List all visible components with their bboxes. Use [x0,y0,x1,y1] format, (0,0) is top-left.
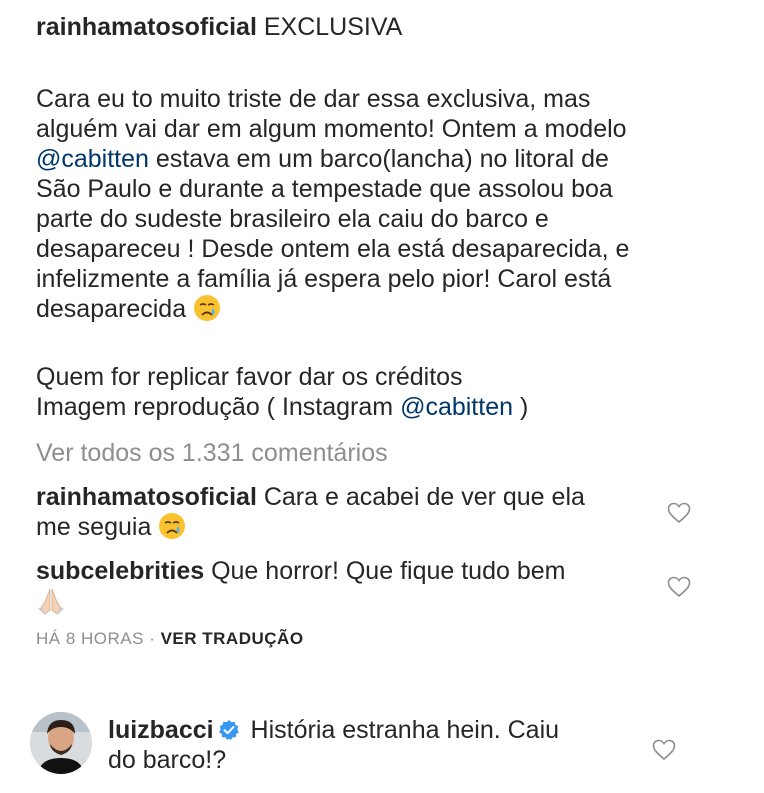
comment-text: me seguia [36,513,152,541]
like-comment-heart-icon[interactable] [667,502,691,524]
comment: subcelebrities Que horror! Que fique tud… [36,556,646,619]
comment-text: Cara e acabei de ver que ela [256,483,585,511]
caption-line: desapareceu ! Desde ontem ela está desap… [36,235,630,263]
like-comment-heart-icon[interactable] [667,576,691,598]
like-comment-heart-icon[interactable] [652,739,676,761]
crying-face-icon [159,513,186,539]
caption-line: São Paulo e durante a tempestade que ass… [36,175,613,203]
caption-body: Cara eu to muito triste de dar essa excl… [36,84,629,324]
comment-username[interactable]: rainhamatosoficial [36,483,257,511]
caption-line: parte do sudeste brasileiro ela caiu do … [36,205,549,233]
image-credit-prefix: Imagem reprodução ( Instagram [36,393,401,421]
comment: rainhamatosoficial Cara e acabei de ver … [36,482,646,542]
post-caption: rainhamatosoficial EXCLUSIVA [36,12,402,42]
caption-line: infelizmente a família já espera pelo pi… [36,265,612,293]
credits: Quem for replicar favor dar os créditos … [36,362,528,422]
mention-link[interactable]: @cabitten [400,393,513,421]
comment-text: Que horror! Que fique tudo bem [204,557,566,585]
comment-text: História estranha hein. Caiu [243,716,560,744]
view-all-comments-link[interactable]: Ver todos os 1.331 comentários [36,438,388,468]
comment-username[interactable]: subcelebrities [36,557,204,585]
verified-badge-icon [218,720,239,740]
caption-line: alguém vai dar em algum momento! Ontem a… [36,115,627,143]
folded-hands-icon [38,588,64,615]
avatar[interactable] [30,712,92,774]
time-ago: HÁ 8 HORAS [36,629,144,648]
see-translation-link[interactable]: VER TRADUÇÃO [161,629,304,648]
comment-meta: HÁ 8 HORAS · VER TRADUÇÃO [36,629,304,649]
caption-text: desaparecida [36,295,187,323]
caption-text: estava em um barco(lancha) no litoral de [148,145,609,173]
post-author-username[interactable]: rainhamatosoficial [36,13,257,41]
image-credit-suffix: ) [513,393,529,421]
credits-line: Quem for replicar favor dar os créditos [36,363,463,391]
comment-username[interactable]: luizbacci [108,716,214,744]
comment-text: do barco!? [108,746,227,774]
meta-separator: · [143,629,161,648]
mention-link[interactable]: @cabitten [36,145,149,173]
crying-face-icon [194,295,221,321]
reply-comment: luizbacci História estranha hein. Caiu d… [108,715,648,775]
caption-line: Cara eu to muito triste de dar essa excl… [36,85,591,113]
post-title-text: EXCLUSIVA [263,13,403,41]
